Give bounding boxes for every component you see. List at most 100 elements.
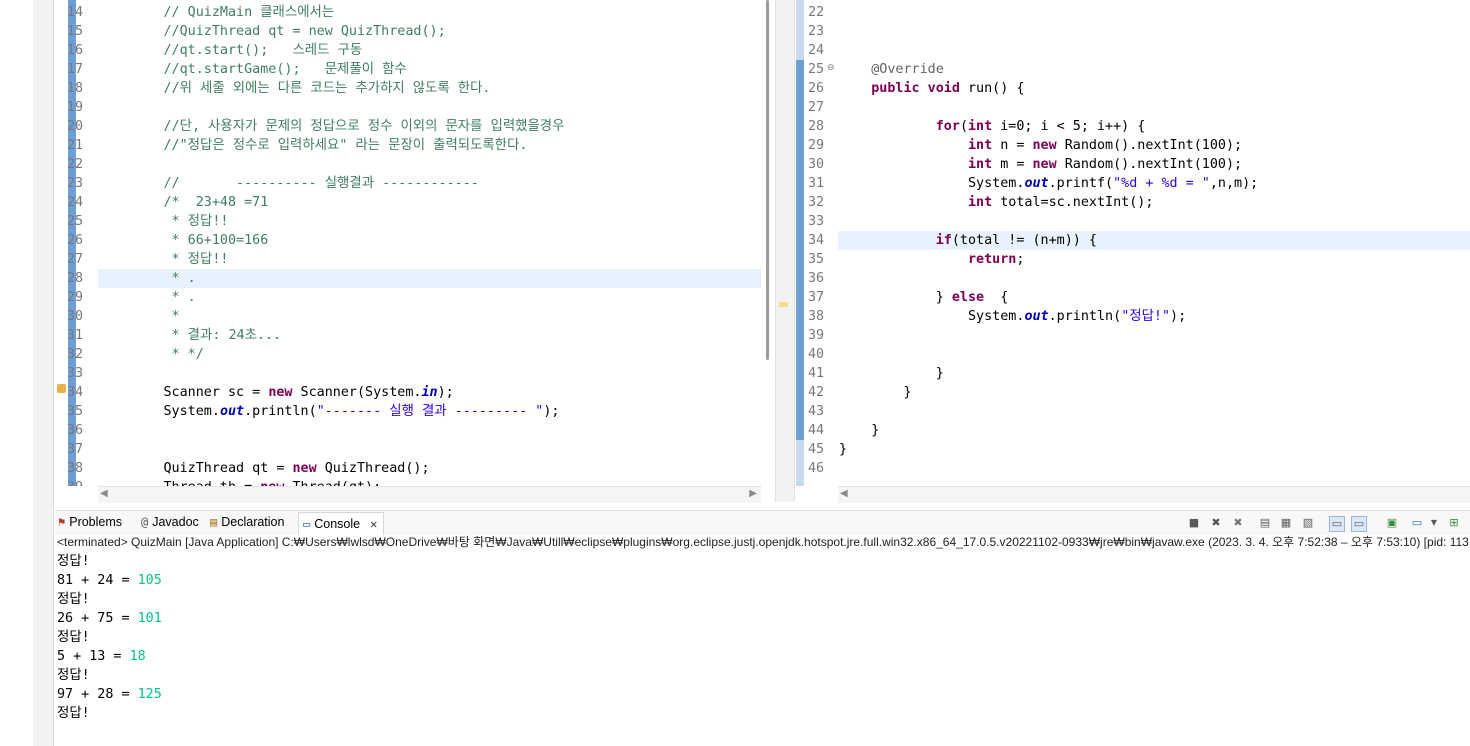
display-console-icon[interactable]: ▭ (1410, 516, 1424, 530)
code-line[interactable]: 34 Scanner sc = new Scanner(System.in); (55, 383, 761, 402)
javadoc-icon: @ (141, 515, 149, 529)
code-line[interactable]: 28 * . (67, 269, 761, 288)
close-icon[interactable]: ✕ (370, 517, 377, 531)
left-code-lines[interactable]: 14 // QuizMain 클래스에서는 15 //QuizThread qt … (55, 3, 761, 486)
code-line[interactable]: 24 (796, 41, 1470, 60)
chevron-down-icon[interactable]: ▼ (1427, 516, 1441, 530)
console-output[interactable]: 정답! 81 + 24 = 105 정답! 26 + 75 = 101 정답! 5 + 1… (57, 552, 162, 723)
show-on-stderr-icon[interactable]: ▭ (1351, 516, 1367, 532)
code-line[interactable]: 25 * 정답!! (55, 212, 761, 231)
code-line[interactable]: 26 public void run() { (796, 79, 1470, 98)
code-line[interactable]: 42 } (796, 383, 1470, 402)
code-line[interactable]: 24 /* 23+48 =71 (55, 193, 761, 212)
code-line[interactable]: 14 // QuizMain 클래스에서는 (55, 3, 761, 22)
remove-all-terminated-icon[interactable]: ✖ (1231, 516, 1245, 530)
show-on-stdout-icon[interactable]: ▭ (1329, 516, 1345, 532)
code-line[interactable]: 33 (796, 212, 1470, 231)
code-line[interactable]: 23 // ---------- 실행결과 ------------ (55, 174, 761, 193)
code-line[interactable]: 29 int n = new Random().nextInt(100); (796, 136, 1470, 155)
code-line[interactable]: 44 } (796, 421, 1470, 440)
code-line[interactable]: 32 int total=sc.nextInt(); (796, 193, 1470, 212)
code-line[interactable]: 43 (796, 402, 1470, 421)
tab-problems[interactable]: ⚑ Problems (58, 515, 122, 529)
code-line[interactable]: 19 (55, 98, 761, 117)
code-line[interactable]: 25 @Override (796, 60, 1470, 79)
line-number: 40 (808, 347, 825, 362)
console-icon: ▭ (303, 517, 311, 531)
code-line[interactable]: 22 (796, 3, 1470, 22)
code-line[interactable]: 30 int m = new Random().nextInt(100); (796, 155, 1470, 174)
code-line[interactable]: 39 (796, 326, 1470, 345)
code-line[interactable]: 46 (796, 459, 1470, 478)
code-line[interactable]: 26 * 66+100=166 (55, 231, 761, 250)
code-line[interactable]: 37 (55, 440, 761, 459)
declaration-icon: ▤ (210, 515, 218, 529)
clear-console-icon[interactable]: ▤ (1258, 516, 1272, 530)
code-text: * (99, 307, 180, 326)
code-line[interactable]: 15 //QuizThread qt = new QuizThread(); (55, 22, 761, 41)
code-line[interactable]: 18 //위 세줄 외에는 다른 코드는 추가하지 않도록 한다. (55, 79, 761, 98)
code-line[interactable]: 41 } (796, 364, 1470, 383)
scroll-lock-icon[interactable]: ▦ (1279, 516, 1293, 530)
line-number: 24 (67, 195, 84, 210)
code-text: * . (99, 288, 196, 307)
left-editor[interactable]: 14 // QuizMain 클래스에서는 15 //QuizThread qt … (55, 0, 761, 486)
code-line[interactable]: 23 (796, 22, 1470, 41)
right-code-lines[interactable]: 22 23 24 25 @Override 26 public void run() {… (796, 3, 1470, 478)
left-vertical-scroll-thumb[interactable] (766, 0, 769, 360)
console-user-input: 125 (137, 687, 162, 702)
fold-collapse-icon[interactable]: ⊖ (827, 63, 835, 73)
scroll-left-arrow-icon[interactable]: ◀ (840, 488, 848, 499)
code-line[interactable]: 31 System.out.printf("%d + %d = ",n,m); (796, 174, 1470, 193)
code-line[interactable]: 40 (796, 345, 1470, 364)
code-token: out (1024, 309, 1049, 324)
open-console-icon[interactable]: ⊞ (1447, 516, 1461, 530)
code-line[interactable]: 36 (796, 269, 1470, 288)
code-line[interactable]: 32 * */ (55, 345, 761, 364)
code-token: //"정답은 정수로 입력하세요" 라는 문장이 출력되도록한다. (99, 138, 528, 153)
line-number: 41 (808, 366, 825, 381)
tab-console[interactable]: ▭ Console ✕ (298, 512, 385, 535)
code-token: } (839, 442, 848, 457)
code-line[interactable]: 38 QuizThread qt = new QuizThread(); (55, 459, 761, 478)
code-text: //qt.start(); 스레드 구동 (99, 41, 362, 60)
code-line[interactable]: 34 if(total != (n+m)) { (808, 231, 1470, 250)
code-line[interactable]: 20 //단, 사용자가 문제의 정답으로 정수 이외의 문자를 입력했을경우 (55, 117, 761, 136)
scroll-right-arrow-icon[interactable]: ▶ (749, 488, 757, 499)
code-line[interactable]: 30 * (55, 307, 761, 326)
right-horizontal-scrollbar[interactable]: ◀ (838, 486, 1470, 503)
code-line[interactable]: 17 //qt.startGame(); 문제풀이 함수 (55, 60, 761, 79)
editor-splitter[interactable] (775, 0, 795, 502)
code-line[interactable]: 35 System.out.println("------- 실행 결과 ---… (55, 402, 761, 421)
code-line[interactable]: 37 } else { (796, 288, 1470, 307)
remove-launch-icon[interactable]: ✖ (1209, 516, 1223, 530)
code-line[interactable]: 22 (55, 155, 761, 174)
left-horizontal-scrollbar[interactable]: ◀ ▶ (98, 486, 761, 503)
line-number: 36 (808, 271, 825, 286)
code-line[interactable]: 35 return; (796, 250, 1470, 269)
stop-icon[interactable]: ■ (1187, 516, 1201, 530)
code-line[interactable]: 45} (796, 440, 1470, 459)
code-line[interactable]: 38 System.out.println("정답!"); (796, 307, 1470, 326)
code-line[interactable]: 21 //"정답은 정수로 입력하세요" 라는 문장이 출력되도록한다. (55, 136, 761, 155)
line-number: 27 (808, 100, 825, 115)
line-number: 36 (67, 423, 84, 438)
code-line[interactable]: 39 Thread th = new Thread(qt); (55, 478, 761, 486)
code-line[interactable]: 16 //qt.start(); 스레드 구동 (55, 41, 761, 60)
code-line[interactable]: 36 (55, 421, 761, 440)
tab-javadoc[interactable]: @ Javadoc (141, 515, 199, 529)
code-line[interactable]: 28 for(int i=0; i < 5; i++) { (796, 117, 1470, 136)
code-line[interactable]: 33 (55, 364, 761, 383)
pin-console-icon[interactable]: ▣ (1385, 516, 1399, 530)
line-number: 24 (808, 43, 825, 58)
code-line[interactable]: 31 * 결과: 24초... (55, 326, 761, 345)
code-line[interactable]: 27 (796, 98, 1470, 117)
code-line[interactable]: 29 * . (55, 288, 761, 307)
right-editor[interactable]: 22 23 24 25 @Override 26 public void run() {… (796, 0, 1470, 486)
scroll-left-arrow-icon[interactable]: ◀ (100, 488, 108, 499)
code-line[interactable]: 27 * 정답!! (55, 250, 761, 269)
code-token: * */ (99, 347, 204, 362)
tab-declaration[interactable]: ▤ Declaration (210, 515, 284, 529)
code-token: } (839, 423, 880, 438)
word-wrap-icon[interactable]: ▧ (1301, 516, 1315, 530)
